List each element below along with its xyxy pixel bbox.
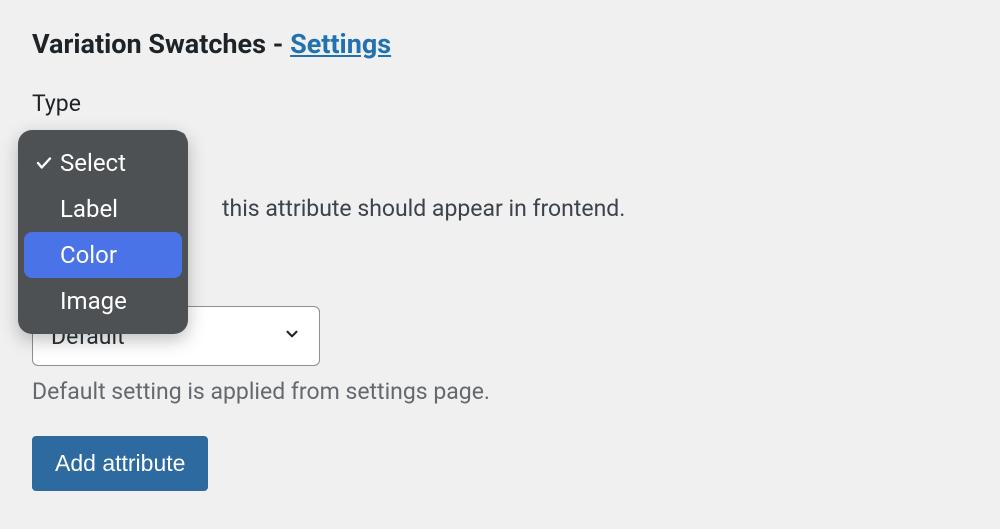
section-heading: Variation Swatches - Settings — [32, 28, 968, 60]
add-attribute-button[interactable]: Add attribute — [32, 436, 208, 491]
settings-link[interactable]: Settings — [290, 28, 391, 60]
shape-help-text: Default setting is applied from settings… — [32, 378, 490, 405]
dropdown-item-label: Select — [60, 149, 126, 177]
heading-text: Variation Swatches - — [32, 28, 290, 60]
dropdown-item-select[interactable]: Select — [24, 140, 182, 186]
check-icon — [32, 154, 56, 172]
type-help-text: this attribute should appear in frontend… — [222, 195, 968, 222]
dropdown-item-label: Color — [60, 241, 117, 269]
dropdown-item-label: Label — [60, 195, 118, 223]
chevron-down-icon — [283, 325, 301, 347]
type-dropdown[interactable]: Select Label Color Image — [18, 130, 188, 334]
dropdown-item-image[interactable]: Image — [24, 278, 182, 324]
dropdown-item-color[interactable]: Color — [24, 232, 182, 278]
type-label: Type — [32, 90, 968, 117]
dropdown-item-label-opt[interactable]: Label — [24, 186, 182, 232]
dropdown-item-label: Image — [60, 287, 127, 315]
